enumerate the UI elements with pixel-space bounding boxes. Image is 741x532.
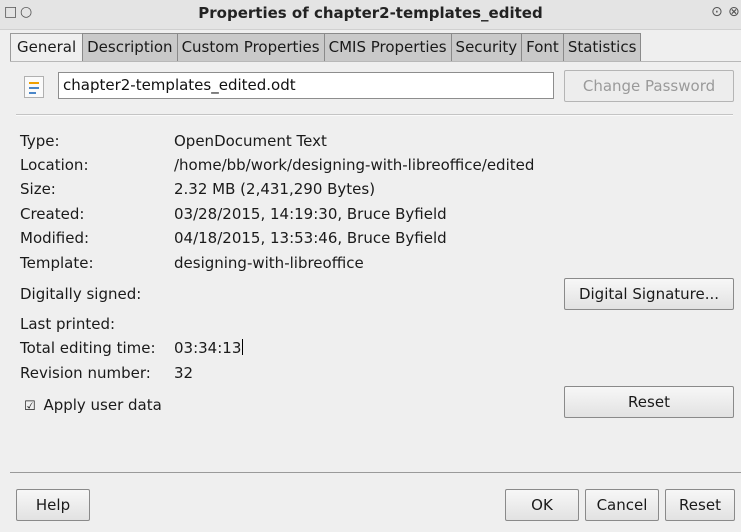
revision-number-label: Revision number: bbox=[20, 364, 151, 382]
tab-font[interactable]: Font bbox=[521, 33, 564, 61]
separator bbox=[16, 114, 733, 116]
text-cursor bbox=[242, 339, 244, 355]
created-label: Created: bbox=[20, 205, 85, 223]
type-value: OpenDocument Text bbox=[174, 132, 327, 150]
revision-number-value: 32 bbox=[174, 364, 194, 382]
last-printed-label: Last printed: bbox=[20, 315, 116, 333]
template-label: Template: bbox=[20, 254, 94, 272]
location-value: /home/bb/work/designing-with-libreoffice… bbox=[174, 156, 535, 174]
tab-statistics[interactable]: Statistics bbox=[562, 33, 642, 61]
tab-custom-properties[interactable]: Custom Properties bbox=[176, 33, 325, 61]
created-value: 03/28/2015, 14:19:30, Bruce Byfield bbox=[174, 205, 447, 223]
checkbox-checked-icon: ☑ bbox=[24, 399, 36, 414]
reset-user-data-button[interactable]: Reset bbox=[564, 386, 734, 418]
apply-user-data-label: Apply user data bbox=[43, 396, 162, 414]
location-label: Location: bbox=[20, 156, 89, 174]
window-title: Properties of chapter2-templates_edited bbox=[198, 4, 543, 22]
document-icon bbox=[24, 76, 44, 98]
footer-separator bbox=[10, 472, 741, 473]
close-icon[interactable]: ⊗ bbox=[728, 4, 740, 20]
total-editing-time-label: Total editing time: bbox=[20, 339, 156, 357]
footer-reset-button[interactable]: Reset bbox=[665, 489, 735, 521]
file-name-field[interactable]: chapter2-templates_edited.odt bbox=[58, 72, 554, 99]
modified-value: 04/18/2015, 13:53:46, Bruce Byfield bbox=[174, 229, 447, 247]
type-label: Type: bbox=[20, 132, 60, 150]
tab-cmis-properties[interactable]: CMIS Properties bbox=[323, 33, 452, 61]
minimize-icon[interactable]: ⊙ bbox=[711, 4, 723, 20]
modified-label: Modified: bbox=[20, 229, 90, 247]
ok-button[interactable]: OK bbox=[505, 489, 579, 521]
digitally-signed-label: Digitally signed: bbox=[20, 285, 142, 303]
change-password-button[interactable]: Change Password bbox=[564, 70, 734, 102]
apply-user-data-checkbox[interactable]: ☑ Apply user data bbox=[24, 396, 162, 414]
tab-general[interactable]: General bbox=[10, 33, 84, 62]
tab-description[interactable]: Description bbox=[82, 33, 178, 61]
digital-signature-button[interactable]: Digital Signature... bbox=[564, 278, 734, 310]
general-panel: chapter2-templates_edited.odt Change Pas… bbox=[10, 61, 741, 474]
size-label: Size: bbox=[20, 180, 56, 198]
help-button[interactable]: Help bbox=[16, 489, 90, 521]
title-bar: □ ○ Properties of chapter2-templates_edi… bbox=[0, 0, 741, 30]
tab-bar: General Description Custom Properties CM… bbox=[10, 33, 642, 62]
cancel-button[interactable]: Cancel bbox=[585, 489, 659, 521]
total-editing-time-field[interactable]: 03:34:13 bbox=[174, 339, 244, 357]
template-value: designing-with-libreoffice bbox=[174, 254, 364, 272]
tab-security[interactable]: Security bbox=[450, 33, 523, 61]
size-value: 2.32 MB (2,431,290 Bytes) bbox=[174, 180, 376, 198]
total-editing-time-value: 03:34:13 bbox=[174, 339, 242, 357]
